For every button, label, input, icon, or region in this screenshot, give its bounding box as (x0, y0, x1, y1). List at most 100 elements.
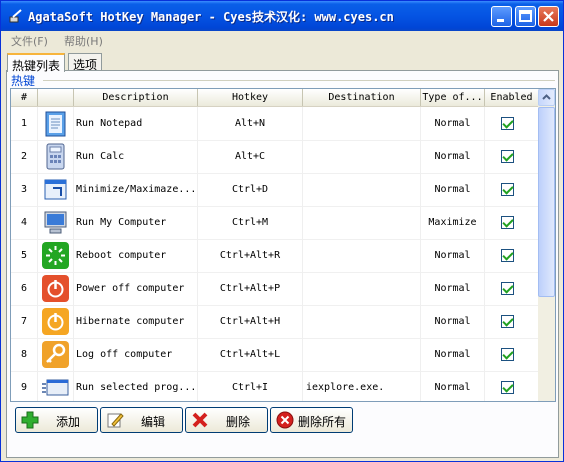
row-destination (303, 107, 421, 140)
tab-options[interactable]: 选项 (68, 53, 103, 72)
row-icon-cell (38, 107, 74, 140)
group-divider (43, 80, 555, 81)
calculator-icon (41, 142, 70, 171)
row-icon-cell (38, 371, 74, 401)
row-enabled-cell (485, 239, 539, 272)
row-type: Normal (421, 239, 485, 272)
row-number: 1 (11, 107, 38, 140)
table-row[interactable]: 6 Power off computer Ctrl+Alt+P Normal (11, 272, 539, 306)
title-bar[interactable]: AgataSoft HotKey Manager - Cyes技术汉化: www… (1, 1, 563, 31)
window-title: AgataSoft HotKey Manager - Cyes技术汉化: www… (28, 10, 394, 24)
row-destination (303, 206, 421, 239)
vertical-scrollbar[interactable] (538, 89, 555, 401)
row-destination (303, 272, 421, 305)
row-icon-cell (38, 272, 74, 305)
row-type: Normal (421, 107, 485, 140)
enabled-checkbox[interactable] (501, 315, 514, 328)
row-hotkey: Ctrl+Alt+H (198, 305, 303, 338)
row-number: 3 (11, 173, 38, 206)
table-row[interactable]: 4 Run My Computer Ctrl+M Maximize (11, 206, 539, 240)
row-destination (303, 140, 421, 173)
row-type: Normal (421, 305, 485, 338)
enabled-checkbox[interactable] (501, 150, 514, 163)
row-destination: iexplore.exe. (303, 371, 421, 401)
enabled-checkbox[interactable] (501, 282, 514, 295)
row-icon-cell (38, 305, 74, 338)
add-button-label: 添加 (56, 415, 81, 429)
row-number: 8 (11, 338, 38, 371)
table-row[interactable]: 9 Run selected prog... Ctrl+I iexplore.exe.… (11, 371, 539, 401)
delete-button[interactable]: 删除 (185, 407, 268, 433)
row-description: Run My Computer (74, 206, 198, 239)
row-type: Normal (421, 272, 485, 305)
row-hotkey: Ctrl+Alt+P (198, 272, 303, 305)
row-description: Run Calc (74, 140, 198, 173)
row-number: 2 (11, 140, 38, 173)
row-type: Normal (421, 173, 485, 206)
enabled-checkbox[interactable] (501, 216, 514, 229)
column-header-enabled[interactable]: Enabled (485, 89, 539, 106)
enabled-checkbox[interactable] (501, 381, 514, 394)
hibernate-icon (41, 307, 70, 336)
close-button[interactable] (538, 6, 559, 27)
row-description: Run selected prog... (74, 371, 198, 401)
row-type: Normal (421, 140, 485, 173)
delete-all-button-label: 删除所有 (298, 415, 347, 429)
scroll-up-button[interactable] (538, 89, 555, 106)
minimize-button[interactable] (491, 6, 512, 27)
row-enabled-cell (485, 140, 539, 173)
row-enabled-cell (485, 107, 539, 140)
table-row[interactable]: 2 Run Calc Alt+C Normal (11, 140, 539, 174)
chevron-up-icon (542, 94, 551, 100)
row-icon-cell (38, 206, 74, 239)
tab-hotkey-list[interactable]: 热键列表 (7, 53, 66, 73)
row-type: Normal (421, 338, 485, 371)
maximize-icon (519, 10, 532, 22)
row-destination (303, 173, 421, 206)
row-enabled-cell (485, 173, 539, 206)
column-header-type[interactable]: Type of... (421, 89, 485, 106)
enabled-checkbox[interactable] (501, 249, 514, 262)
row-hotkey: Ctrl+Alt+R (198, 239, 303, 272)
menu-bar: 文件(F) 帮助(H) (1, 31, 563, 49)
row-hotkey: Ctrl+M (198, 206, 303, 239)
row-description: Run Notepad (74, 107, 198, 140)
scroll-thumb[interactable] (538, 107, 555, 297)
table-row[interactable]: 1 Run Notepad Alt+N Normal (11, 107, 539, 141)
power-off-icon (41, 274, 70, 303)
my-computer-icon (41, 208, 70, 237)
red-x-icon (192, 412, 208, 428)
hotkey-manager-icon (9, 9, 22, 23)
run-program-icon (41, 373, 70, 401)
table-row[interactable]: 8 Log off computer Ctrl+Alt+L Normal (11, 338, 539, 372)
delete-all-icon (276, 411, 294, 429)
group-label: 热键 (11, 74, 36, 88)
edit-button[interactable]: 编辑 (100, 407, 183, 433)
hotkey-list: # Description Hotkey Destination Type of… (10, 88, 556, 402)
delete-button-label: 删除 (226, 415, 251, 429)
enabled-checkbox[interactable] (501, 183, 514, 196)
table-row[interactable]: 7 Hibernate computer Ctrl+Alt+H Normal (11, 305, 539, 339)
row-destination (303, 338, 421, 371)
row-description: Log off computer (74, 338, 198, 371)
column-header-icon[interactable] (38, 89, 74, 106)
table-row[interactable]: 3 Minimize/Maximaze... Ctrl+D Normal (11, 173, 539, 207)
enabled-checkbox[interactable] (501, 117, 514, 130)
menu-file[interactable]: 文件(F) (11, 33, 48, 49)
column-header-hotkey[interactable]: Hotkey (198, 89, 303, 106)
delete-all-button[interactable]: 删除所有 (270, 407, 353, 433)
menu-help[interactable]: 帮助(H) (64, 33, 103, 49)
row-description: Hibernate computer (74, 305, 198, 338)
row-destination (303, 305, 421, 338)
row-destination (303, 239, 421, 272)
row-number: 6 (11, 272, 38, 305)
close-icon (543, 11, 554, 22)
row-icon-cell (38, 239, 74, 272)
add-button[interactable]: 添加 (15, 407, 98, 433)
maximize-button[interactable] (515, 6, 536, 27)
column-header-num[interactable]: # (11, 89, 38, 106)
enabled-checkbox[interactable] (501, 348, 514, 361)
table-row[interactable]: 5 Reboot computer Ctrl+Alt+R Normal (11, 239, 539, 273)
column-header-description[interactable]: Description (74, 89, 198, 106)
column-header-destination[interactable]: Destination (303, 89, 421, 106)
